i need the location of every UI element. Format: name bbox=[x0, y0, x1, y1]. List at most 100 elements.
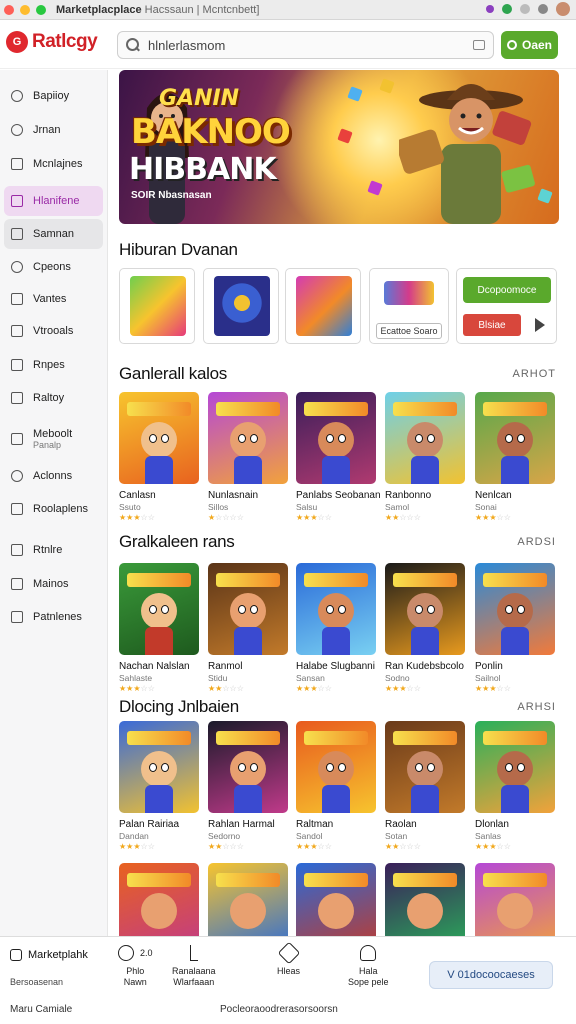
game-tile[interactable] bbox=[296, 563, 376, 655]
game-tile[interactable] bbox=[208, 563, 288, 655]
game-tile[interactable] bbox=[385, 863, 465, 936]
zoom-window-button[interactable] bbox=[36, 4, 46, 15]
play-icon[interactable] bbox=[535, 318, 545, 332]
category-card-1[interactable] bbox=[203, 268, 279, 344]
sidebar-item-0[interactable]: Bapiioy bbox=[4, 81, 103, 111]
image-search-icon[interactable] bbox=[473, 40, 485, 50]
monitor-icon bbox=[11, 228, 23, 240]
game-logo-band bbox=[304, 573, 368, 587]
category-action-button[interactable]: Dcopoomoce bbox=[463, 277, 551, 303]
sidebar-item-13[interactable]: Rtnlre bbox=[4, 535, 103, 565]
sidebar-item-5[interactable]: Cpeons bbox=[4, 252, 103, 282]
game-tile[interactable] bbox=[385, 563, 465, 655]
game-name[interactable]: Nunlasnain bbox=[208, 490, 294, 501]
rating-stars-filled: ★★ bbox=[385, 513, 400, 522]
category-card-4[interactable]: Dcopoomoce Blsiae bbox=[456, 268, 557, 344]
game-tile[interactable] bbox=[296, 392, 376, 484]
game-logo-band bbox=[393, 402, 457, 416]
sidebar-item-3[interactable]: Hlanifene bbox=[4, 186, 103, 216]
sidebar-item-8[interactable]: Rnpes bbox=[4, 350, 103, 380]
game-name[interactable]: Palan Rairiaa bbox=[119, 819, 205, 830]
game-name[interactable]: Ran Kudebsbcolo bbox=[385, 661, 471, 672]
sidebar-item-14[interactable]: Mainos bbox=[4, 569, 103, 599]
game-tile[interactable] bbox=[475, 392, 555, 484]
game-tile[interactable] bbox=[119, 721, 199, 813]
character-body bbox=[411, 627, 439, 655]
character-body bbox=[501, 785, 529, 813]
game-name[interactable]: Canlasn bbox=[119, 490, 205, 501]
bottom-dock: Marketplahk Bersoasenan 2.0 Phlo Nawn Ra… bbox=[0, 936, 576, 1024]
category-secondary-button[interactable]: Blsiae bbox=[463, 314, 521, 336]
game-tile[interactable] bbox=[296, 863, 376, 936]
game-tile[interactable] bbox=[208, 392, 288, 484]
sidebar-item-7[interactable]: Vtrooals bbox=[4, 316, 103, 346]
character-eyes bbox=[415, 605, 435, 614]
sidebar-item-label: Cpeons bbox=[33, 261, 71, 273]
game-name[interactable]: Panlabs Seobanan bbox=[296, 490, 382, 501]
search-bar[interactable] bbox=[117, 31, 494, 59]
category-card-0[interactable] bbox=[119, 268, 195, 344]
brand-name: Ratlcgy bbox=[32, 31, 98, 52]
game-tile[interactable] bbox=[475, 563, 555, 655]
game-name[interactable]: Nachan Nalslan bbox=[119, 661, 205, 672]
game-name[interactable]: Dlonlan bbox=[475, 819, 561, 830]
sidebar-item-1[interactable]: Jrnan bbox=[4, 115, 103, 145]
game-name[interactable]: Raolan bbox=[385, 819, 471, 830]
game-tile[interactable] bbox=[475, 721, 555, 813]
game-tile[interactable] bbox=[208, 721, 288, 813]
game-name[interactable]: Halabe Slugbanni bbox=[296, 661, 382, 672]
avatar[interactable] bbox=[556, 2, 570, 16]
sidebar-item-15[interactable]: Patnlenes bbox=[4, 602, 103, 632]
open-button[interactable]: Oaen bbox=[501, 31, 558, 59]
categories-title: Hiburan Dvanan bbox=[119, 240, 238, 259]
character-body bbox=[145, 627, 173, 655]
sidebar-item-10[interactable]: Meboolt Panalp bbox=[4, 422, 103, 456]
sidebar-item-11[interactable]: Aclonns bbox=[4, 461, 103, 491]
game-name[interactable]: Ranmol bbox=[208, 661, 294, 672]
game-tile[interactable] bbox=[296, 721, 376, 813]
sidebar-item-sublabel: Panalp bbox=[33, 440, 62, 450]
dock-cta-button[interactable]: V 01docoocaeses bbox=[429, 961, 553, 989]
dock-item-2[interactable]: Hleas bbox=[277, 941, 300, 977]
game-tile[interactable] bbox=[208, 863, 288, 936]
game-name[interactable]: Ranbonno bbox=[385, 490, 471, 501]
sidebar-item-4[interactable]: Samnan bbox=[4, 219, 103, 249]
game-tile[interactable] bbox=[119, 563, 199, 655]
game-name[interactable]: Raltman bbox=[296, 819, 382, 830]
minimize-window-button[interactable] bbox=[20, 4, 30, 15]
game-name[interactable]: Ponlin bbox=[475, 661, 561, 672]
search-icon bbox=[126, 38, 140, 52]
game-logo-band bbox=[304, 402, 368, 416]
category-card-3[interactable]: Ecattoe Soaro bbox=[369, 268, 449, 344]
dock-item-3[interactable]: Hala Sope pele bbox=[348, 945, 389, 988]
sidebar-item-12[interactable]: Roolaplens bbox=[4, 494, 103, 524]
brand-logo[interactable]: G Ratlcgy bbox=[6, 31, 98, 53]
see-all-link[interactable]: ARDSI bbox=[517, 536, 556, 548]
extension-icon[interactable] bbox=[486, 5, 494, 13]
sidebar-item-2[interactable]: Mcnlajnes bbox=[4, 149, 103, 179]
close-window-button[interactable] bbox=[4, 4, 14, 15]
search-input[interactable] bbox=[148, 37, 473, 53]
category-card-2[interactable] bbox=[285, 268, 361, 344]
game-tile[interactable] bbox=[385, 392, 465, 484]
game-tile[interactable] bbox=[475, 863, 555, 936]
game-developer: Sailnol bbox=[475, 673, 501, 683]
game-logo-band bbox=[127, 573, 191, 587]
game-name[interactable]: Rahlan Harmal bbox=[208, 819, 294, 830]
game-tile[interactable] bbox=[385, 721, 465, 813]
sidebar-item-9[interactable]: Raltoy bbox=[4, 383, 103, 413]
dock-brand[interactable]: Marketplahk bbox=[10, 949, 88, 961]
dock-item-0[interactable]: 2.0 Phlo Nawn bbox=[118, 945, 153, 988]
sidebar-item-label: Mainos bbox=[33, 578, 69, 590]
see-all-link[interactable]: ARHSI bbox=[517, 701, 556, 713]
game-name[interactable]: Nenlcan bbox=[475, 490, 561, 501]
square-icon bbox=[11, 158, 23, 170]
dock-item-1[interactable]: Ranalaana Wlarfaaan bbox=[172, 945, 216, 988]
game-tile[interactable] bbox=[119, 863, 199, 936]
sidebar-item-label: Hlanifene bbox=[33, 195, 80, 207]
sidebar-item-6[interactable]: Vantes bbox=[4, 284, 103, 314]
sidebar-item-label: Vantes bbox=[33, 293, 67, 305]
hero-banner[interactable]: GANIN BAKNOO HIBBANK SOIR Nbasnasan bbox=[119, 70, 559, 224]
see-all-link[interactable]: ARHOT bbox=[513, 368, 557, 380]
game-tile[interactable] bbox=[119, 392, 199, 484]
